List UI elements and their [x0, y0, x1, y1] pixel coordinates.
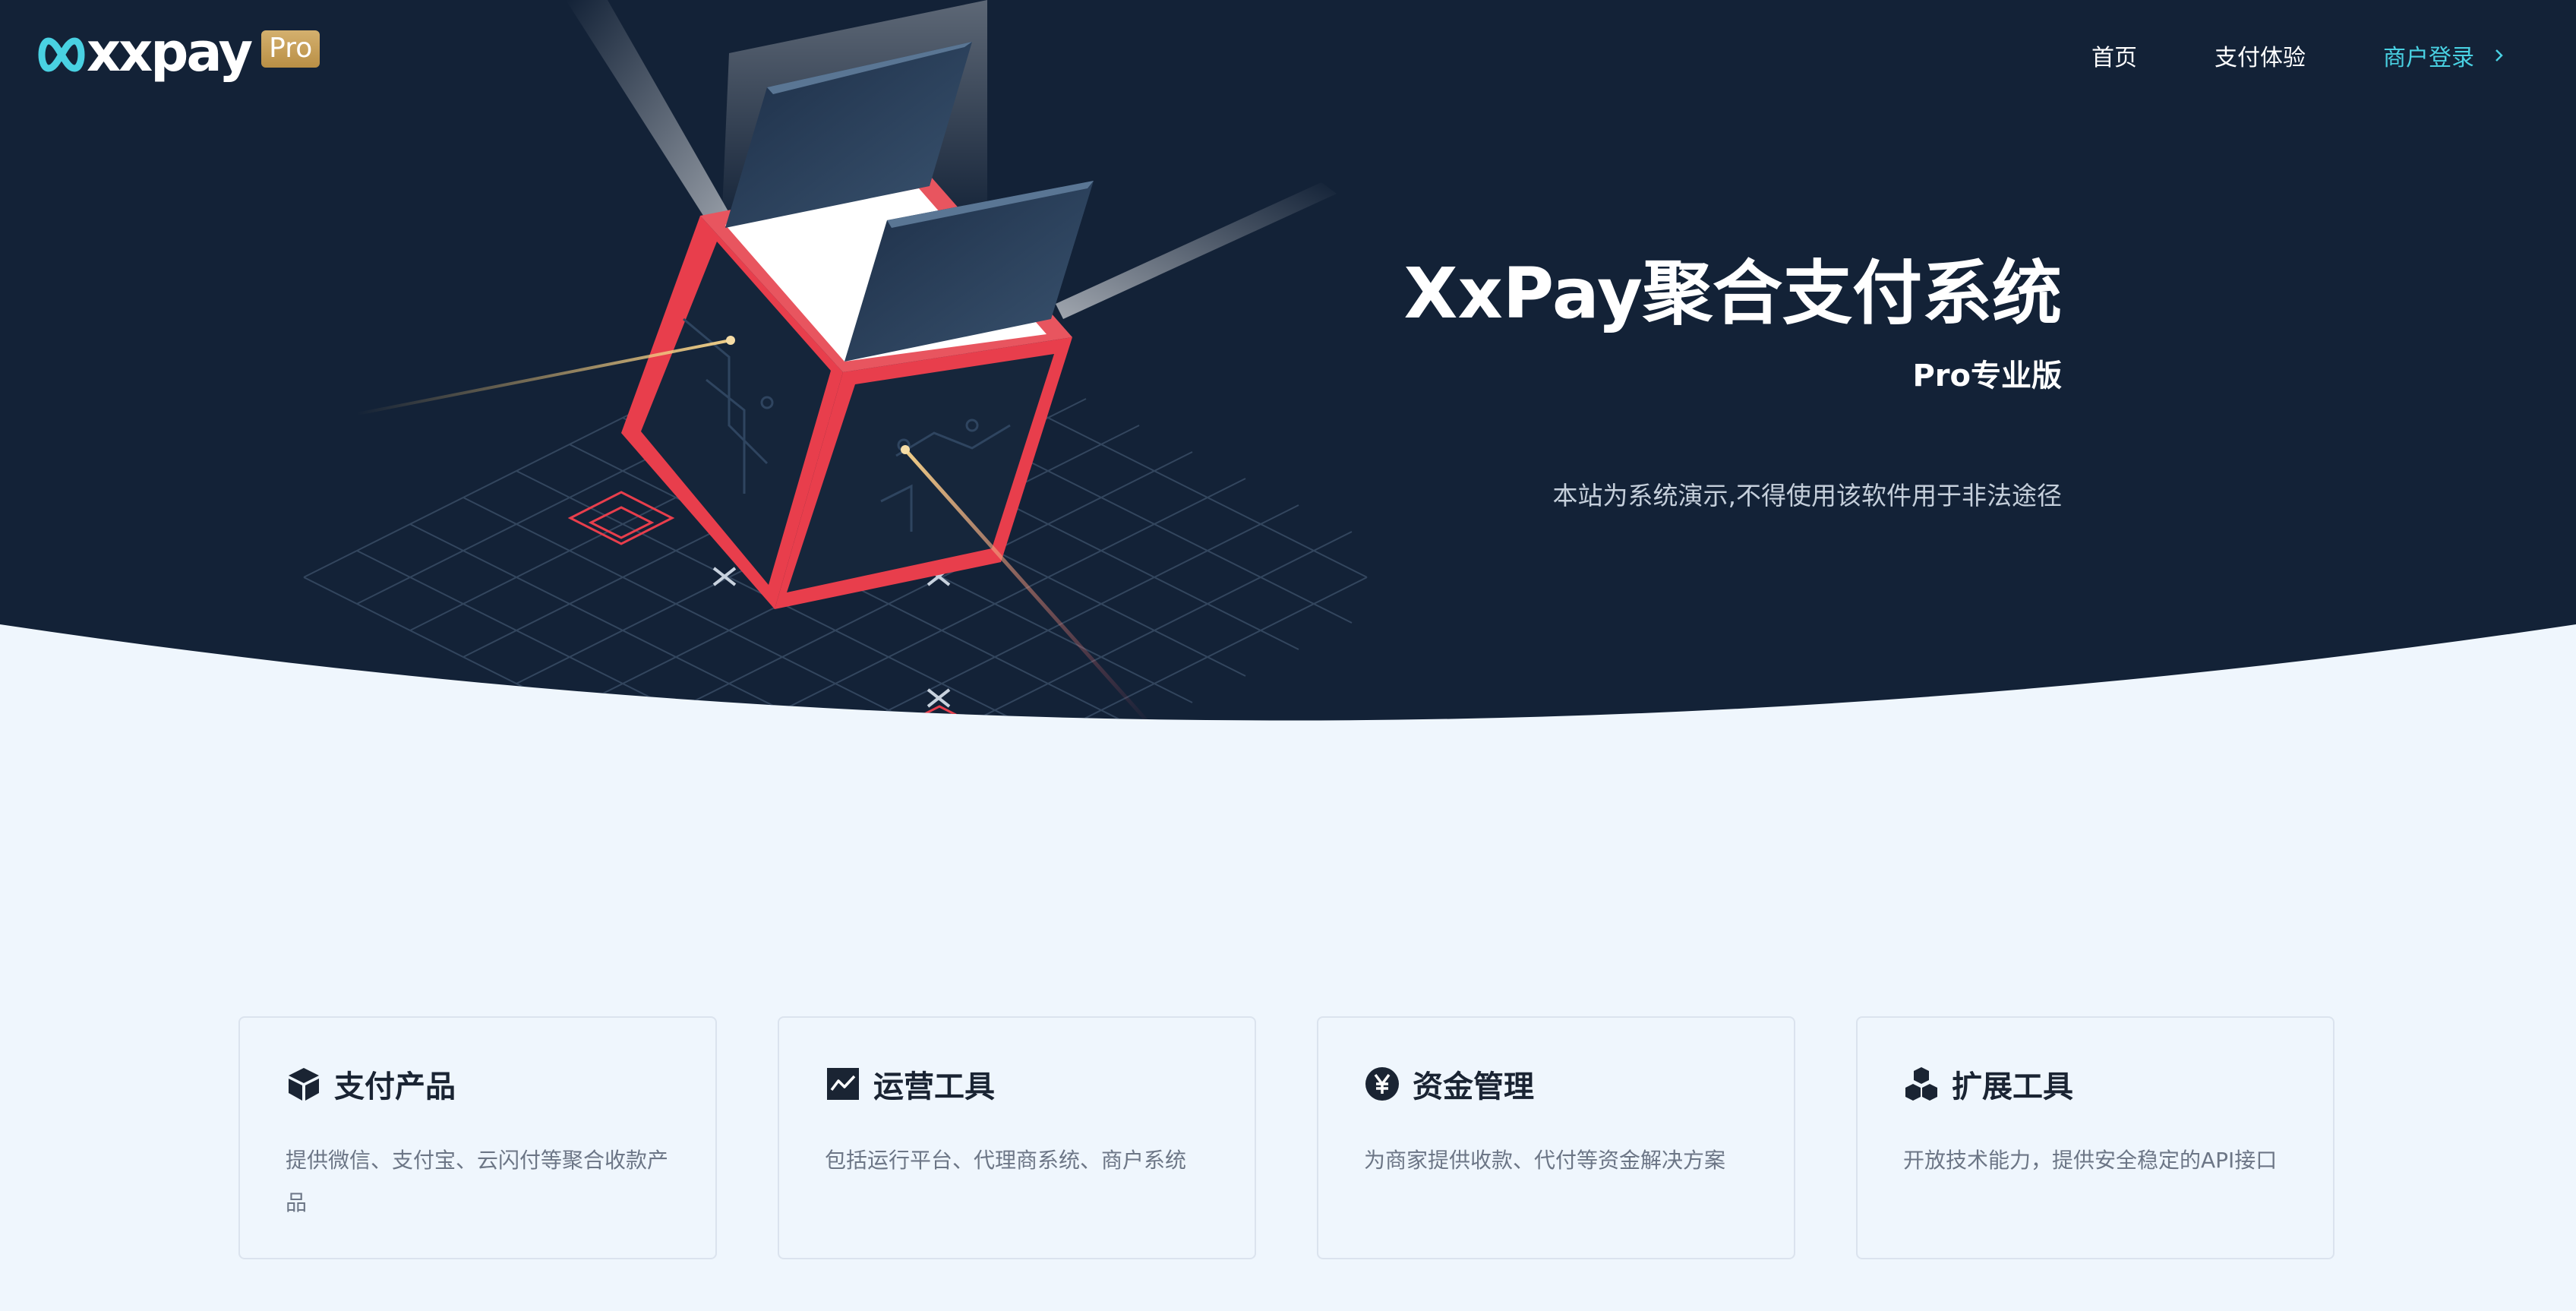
- feature-card-fund-management[interactable]: 资金管理 为商家提供收款、代付等资金解决方案: [1317, 1016, 1795, 1259]
- hero-banner: [0, 0, 2576, 721]
- feature-card-title: 扩展工具: [1952, 1069, 2073, 1104]
- feature-card-title: 运营工具: [873, 1069, 995, 1104]
- nav-home[interactable]: 首页: [2091, 39, 2137, 72]
- feature-card-payment-products[interactable]: 支付产品 提供微信、支付宝、云闪付等聚合收款产品: [238, 1016, 717, 1259]
- yuan-circle-icon: [1365, 1067, 1399, 1101]
- feature-card-title: 支付产品: [334, 1069, 456, 1104]
- logo-wordmark: xxpay: [87, 21, 253, 84]
- pro-badge: Pro: [261, 30, 320, 68]
- infinity-logo-icon: [38, 37, 85, 72]
- cube-icon: [289, 1068, 319, 1101]
- hero-subtitle: Pro专业版: [1912, 359, 2062, 393]
- feature-card-header: 运营工具: [825, 1063, 995, 1104]
- feature-card-header: 支付产品: [286, 1063, 456, 1104]
- feature-card-desc: 为商家提供收款、代付等资金解决方案: [1364, 1148, 1726, 1173]
- feature-card-operations-tools[interactable]: 运营工具 包括运行平台、代理商系统、商户系统: [778, 1016, 1256, 1259]
- hero-disclaimer: 本站为系统演示,不得使用该软件用于非法途径: [1552, 481, 2063, 510]
- line-chart-icon: [827, 1068, 859, 1100]
- top-nav: 首页 支付体验 商户登录: [2014, 36, 2506, 74]
- landing-page: xxpay Pro 首页 支付体验 商户登录 XxPay聚合支付系统 Pro专业…: [0, 0, 2576, 1311]
- feature-card-desc: 包括运行平台、代理商系统、商户系统: [825, 1148, 1187, 1173]
- feature-card-header: 扩展工具: [1903, 1063, 2073, 1104]
- cubes-icon: [1905, 1067, 1937, 1101]
- brand-logo[interactable]: xxpay Pro: [38, 26, 320, 84]
- nav-merchant-login-label: 商户登录: [2383, 45, 2474, 71]
- hero-title: XxPay聚合支付系统: [1403, 253, 2062, 334]
- feature-cards: 支付产品 提供微信、支付宝、云闪付等聚合收款产品 运营工具 包括运行平台、代理商…: [238, 1016, 2334, 1259]
- feature-card-extension-tools[interactable]: 扩展工具 开放技术能力，提供安全稳定的API接口: [1856, 1016, 2334, 1259]
- nav-payment-demo[interactable]: 支付体验: [2215, 39, 2306, 72]
- feature-card-desc: 开放技术能力，提供安全稳定的API接口: [1903, 1148, 2278, 1173]
- feature-card-header: 资金管理: [1364, 1063, 1534, 1104]
- chevron-right-icon: [2496, 49, 2503, 62]
- nav-merchant-login[interactable]: 商户登录: [2383, 39, 2506, 72]
- feature-card-title: 资金管理: [1413, 1069, 1534, 1104]
- feature-card-desc: 提供微信、支付宝、云闪付等聚合收款产品: [286, 1148, 669, 1215]
